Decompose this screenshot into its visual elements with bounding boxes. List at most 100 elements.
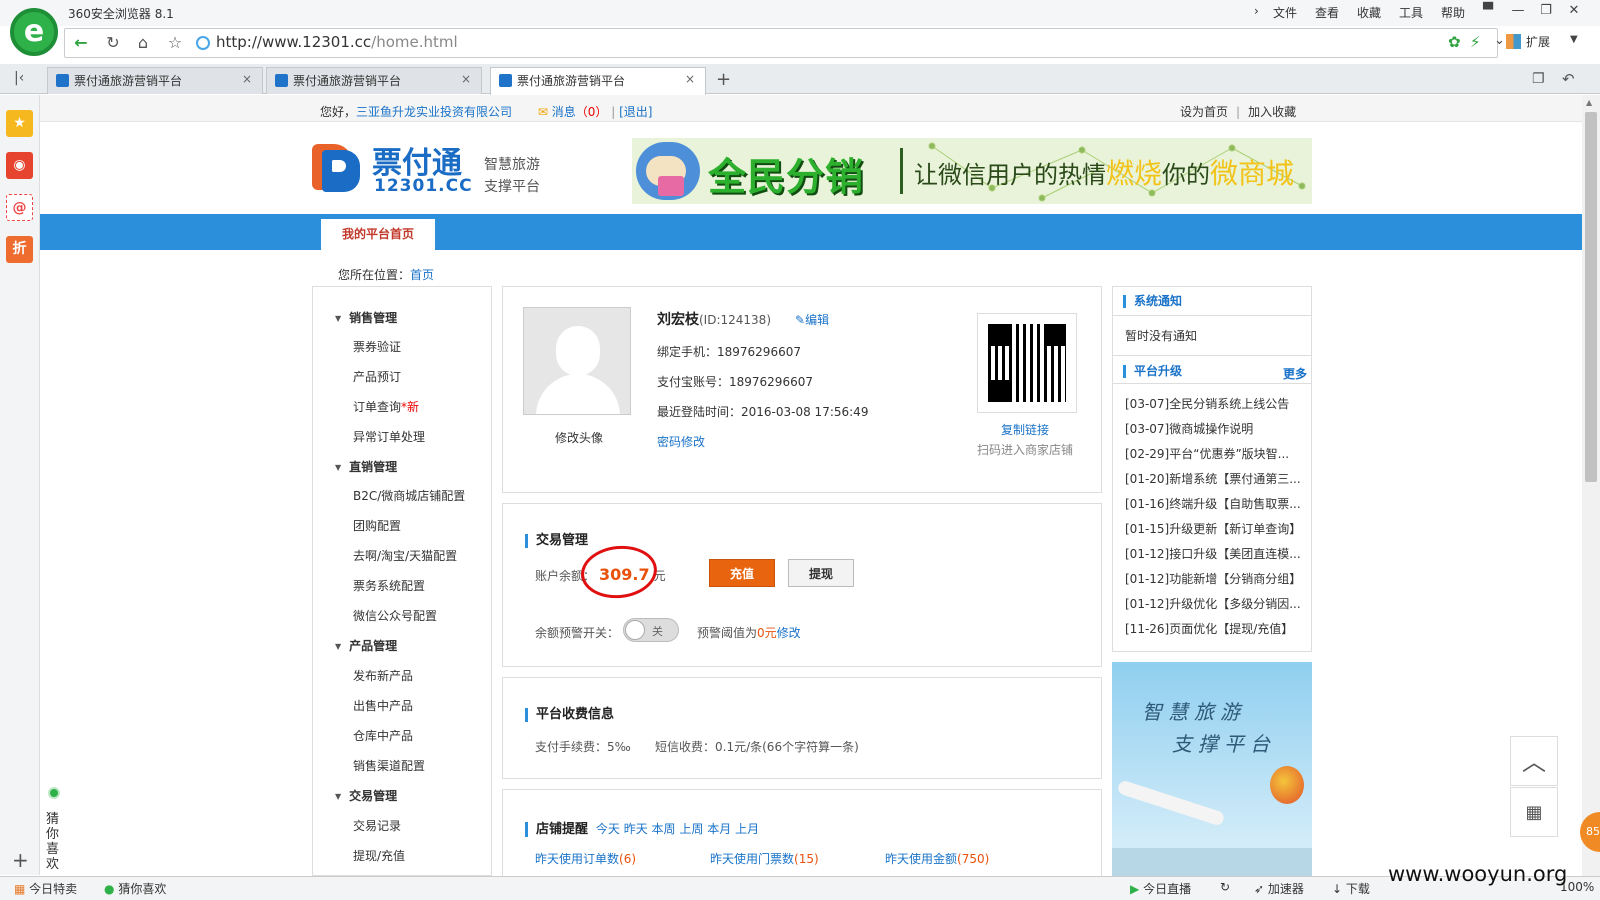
lightning-icon[interactable]: ⚡ xyxy=(1470,33,1481,51)
url-input[interactable]: http://www.12301.cc/home.html xyxy=(216,33,458,51)
period-yesterday[interactable]: 昨天 xyxy=(624,822,648,836)
menu-item[interactable]: 团购配置 xyxy=(353,517,401,534)
new-tab-icon[interactable]: + xyxy=(716,69,731,90)
chevron-right-icon[interactable]: › xyxy=(1254,4,1259,18)
refresh-icon[interactable]: ↻ xyxy=(100,31,126,55)
notice-item[interactable]: [01-15]升级更新【新订单查询】 xyxy=(1125,520,1301,537)
menu-item[interactable]: 票券验证 xyxy=(353,338,401,355)
stat-amount[interactable]: 昨天使用金额(750) xyxy=(885,850,989,867)
recharge-button[interactable]: 充值 xyxy=(709,559,775,587)
browser-tab-active[interactable]: 票付通旅游营销平台 × xyxy=(490,67,706,95)
menu-view[interactable]: 查看 xyxy=(1315,4,1339,21)
notice-item[interactable]: [01-20]新增系统【票付通第三... xyxy=(1125,470,1301,487)
menu-item[interactable]: 异常订单处理 xyxy=(353,428,425,445)
undo-close-icon[interactable]: ↶ xyxy=(1562,70,1575,88)
menu-item[interactable]: B2C/微商城店铺配置 xyxy=(353,487,465,504)
menu-tools[interactable]: 工具 xyxy=(1399,4,1423,21)
live-status[interactable]: ▶ 今日直播 xyxy=(1130,880,1191,897)
menu-item[interactable]: 发布新产品 xyxy=(353,667,413,684)
menu-favorites[interactable]: 收藏 xyxy=(1357,4,1381,21)
period-last-week[interactable]: 上周 xyxy=(679,822,703,836)
notice-item[interactable]: [03-07]微商城操作说明 xyxy=(1125,420,1253,437)
discount-icon[interactable]: 折 xyxy=(6,236,33,263)
menu-item[interactable]: 产品预订 xyxy=(353,368,401,385)
menu-item[interactable]: 微信公众号配置 xyxy=(353,607,437,624)
logout-link[interactable]: [退出] xyxy=(619,105,652,119)
mail-icon[interactable]: @ xyxy=(6,194,33,221)
menu-item[interactable]: 仓库中产品 xyxy=(353,727,413,744)
menu-item[interactable]: 交易记录 xyxy=(353,817,401,834)
promo-image[interactable]: 智慧旅游 支撑平台 xyxy=(1112,662,1312,876)
menu-group-sales[interactable]: 销售管理 xyxy=(335,309,397,326)
company-link[interactable]: 三亚鱼升龙实业投资有限公司 xyxy=(356,105,512,119)
menu-item[interactable]: 去啊/淘宝/天猫配置 xyxy=(353,547,457,564)
close-tab-icon[interactable]: × xyxy=(461,72,471,86)
download-status[interactable]: ↓ 下载 xyxy=(1332,880,1370,897)
menu-item[interactable]: 票务系统配置 xyxy=(353,577,425,594)
scrollbar-thumb[interactable] xyxy=(1585,112,1597,482)
notice-item[interactable]: [01-12]功能新增【分销商分组】 xyxy=(1125,570,1301,587)
guess-you-like-vertical[interactable]: 猜你喜欢 xyxy=(46,812,62,872)
edit-profile-link[interactable]: ✎编辑 xyxy=(795,311,829,328)
notice-item[interactable]: [01-12]接口升级【美团直连模... xyxy=(1125,545,1301,562)
ad-banner[interactable]: 全民分销 让微信用户的热情燃烧你的微商城 xyxy=(632,138,1312,204)
notice-item[interactable]: [03-07]全民分销系统上线公告 xyxy=(1125,395,1289,412)
messages-count[interactable]: （0） xyxy=(576,105,608,119)
balance-warning-toggle[interactable]: 关 xyxy=(623,618,679,642)
extensions-dropdown-icon[interactable]: ▼ xyxy=(1570,34,1578,45)
menu-group-product[interactable]: 产品管理 xyxy=(335,637,397,654)
sync-icon[interactable]: ✿ xyxy=(1448,33,1461,51)
add-icon[interactable]: + xyxy=(12,848,29,872)
minimize-icon[interactable]: — xyxy=(1505,0,1531,22)
change-avatar-link[interactable]: 修改头像 xyxy=(555,429,603,446)
close-tab-icon[interactable]: × xyxy=(685,72,695,86)
weibo-icon[interactable]: ◉ xyxy=(6,152,33,179)
notice-item[interactable]: [02-29]平台“优惠券”版块智... xyxy=(1125,445,1289,462)
guess-like-status[interactable]: ● 猜你喜欢 xyxy=(104,880,166,897)
copy-link-button[interactable]: 复制链接 xyxy=(1001,421,1049,438)
bookmark-star-icon[interactable]: ☆ xyxy=(162,31,188,55)
set-home-link[interactable]: 设为首页 xyxy=(1180,105,1228,119)
accelerator-status[interactable]: ➶ 加速器 xyxy=(1254,880,1304,897)
threshold-edit-link[interactable]: 修改 xyxy=(777,626,801,640)
period-this-week[interactable]: 本周 xyxy=(652,822,676,836)
messages-link[interactable]: 消息 xyxy=(552,105,576,119)
period-this-month[interactable]: 本月 xyxy=(707,822,731,836)
close-window-icon[interactable]: ✕ xyxy=(1561,0,1587,22)
add-favorite-link[interactable]: 加入收藏 xyxy=(1248,105,1296,119)
menu-item[interactable]: 出售中产品 xyxy=(353,697,413,714)
browser-tab[interactable]: 票付通旅游营销平台 × xyxy=(47,67,263,94)
qr-code-icon[interactable] xyxy=(977,313,1077,413)
breadcrumb-home[interactable]: 首页 xyxy=(410,268,434,282)
period-today[interactable]: 今天 xyxy=(596,822,620,836)
extensions-button[interactable]: 扩展 xyxy=(1526,33,1550,50)
notice-item[interactable]: [01-16]终端升级【自助售取票... xyxy=(1125,495,1301,512)
tab-list-icon[interactable]: |‹ xyxy=(14,70,24,86)
refresh-status-icon[interactable]: ↻ xyxy=(1220,880,1230,894)
menu-group-direct[interactable]: 直销管理 xyxy=(335,458,397,475)
avatar[interactable] xyxy=(523,307,631,415)
tab-platform-home[interactable]: 我的平台首页 xyxy=(321,219,435,250)
home-icon[interactable]: ⌂ xyxy=(130,31,156,55)
back-to-top-icon[interactable]: ︿ xyxy=(1510,736,1558,786)
more-link[interactable]: 更多 xyxy=(1283,365,1307,382)
chevron-down-icon[interactable]: ⌄ xyxy=(1494,33,1505,48)
mobile-qr-icon[interactable]: ▦ xyxy=(1510,787,1558,837)
today-special[interactable]: ▦ 今日特卖 xyxy=(14,880,77,897)
change-password-link[interactable]: 密码修改 xyxy=(657,433,705,450)
menu-item[interactable]: 销售渠道配置 xyxy=(353,757,425,774)
menu-file[interactable]: 文件 xyxy=(1273,4,1297,21)
stat-orders[interactable]: 昨天使用订单数(6) xyxy=(535,850,636,867)
close-tab-icon[interactable]: × xyxy=(242,72,252,86)
notice-item[interactable]: [11-26]页面优化【提现/充值】 xyxy=(1125,620,1293,637)
menu-help[interactable]: 帮助 xyxy=(1441,4,1465,21)
restore-tab-icon[interactable]: ❐ xyxy=(1532,71,1545,87)
skin-icon[interactable]: ▀ xyxy=(1475,0,1501,22)
notice-item[interactable]: [01-12]升级优化【多级分销因... xyxy=(1125,595,1301,612)
menu-item[interactable]: 提现/充值 xyxy=(353,847,405,864)
scroll-up-icon[interactable]: ▲ xyxy=(1586,98,1592,107)
withdraw-button[interactable]: 提现 xyxy=(788,559,854,587)
menu-group-trade[interactable]: 交易管理 xyxy=(335,787,397,804)
stat-tickets[interactable]: 昨天使用门票数(15) xyxy=(710,850,819,867)
menu-item-order-query[interactable]: 订单查询*新 xyxy=(353,398,419,415)
